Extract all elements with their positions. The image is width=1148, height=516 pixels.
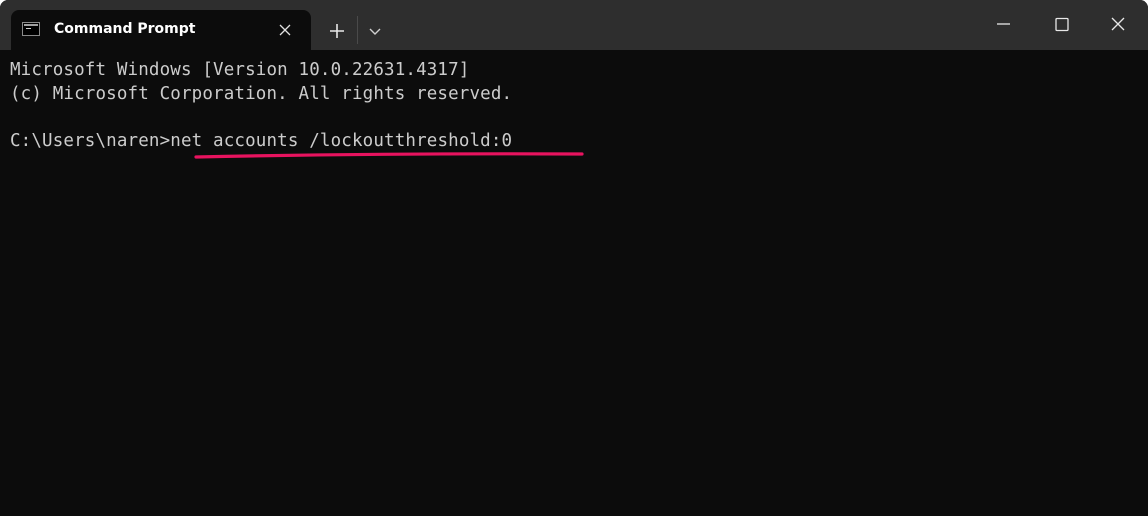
- console-output[interactable]: Microsoft Windows [Version 10.0.22631.43…: [10, 59, 1148, 153]
- console-command-line: C:\Users\naren>net accounts /lockoutthre…: [10, 130, 1148, 154]
- maximize-icon: [1055, 17, 1069, 32]
- tab-dropdown-button[interactable]: [364, 20, 386, 42]
- close-window-button[interactable]: [1094, 0, 1140, 50]
- console-line: ​: [10, 106, 1148, 130]
- close-icon: [1111, 17, 1125, 31]
- terminal-window: Command Prompt Microsoft Windows [Versio…: [0, 0, 1148, 516]
- new-tab-button[interactable]: [325, 19, 349, 43]
- chevron-down-icon: [369, 28, 381, 35]
- maximize-button[interactable]: [1038, 0, 1084, 50]
- minimize-button[interactable]: [980, 0, 1026, 50]
- command-text: net accounts /lockoutthreshold:0: [170, 130, 513, 151]
- prompt: C:\Users\naren>: [10, 130, 171, 151]
- tab-command-prompt[interactable]: Command Prompt: [11, 10, 311, 50]
- close-icon: [279, 24, 291, 36]
- console-line: Microsoft Windows [Version 10.0.22631.43…: [10, 60, 470, 80]
- console-line: (c) Microsoft Corporation. All rights re…: [10, 83, 513, 104]
- command-prompt-icon: [22, 22, 40, 36]
- plus-icon: [330, 24, 344, 38]
- tab-close-button[interactable]: [275, 20, 295, 40]
- title-bar[interactable]: Command Prompt: [0, 0, 1148, 50]
- minimize-icon: [997, 23, 1010, 25]
- tab-title: Command Prompt: [54, 21, 196, 37]
- command-underline-annotation: [194, 152, 584, 159]
- tab-separator: [357, 16, 358, 44]
